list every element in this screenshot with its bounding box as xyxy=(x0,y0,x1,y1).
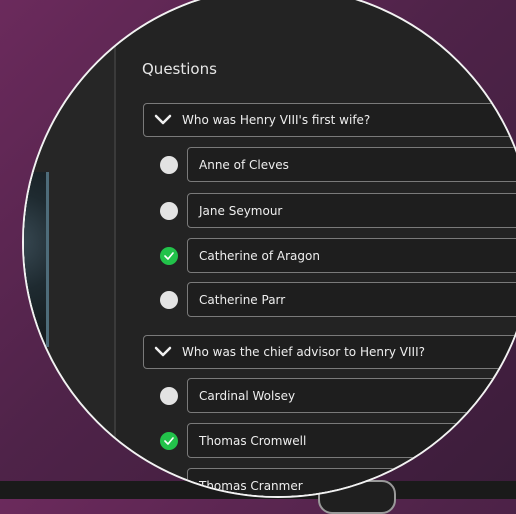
chevron-down-icon[interactable] xyxy=(144,346,182,358)
thumbnail-image xyxy=(24,172,49,347)
chevron-down-icon[interactable] xyxy=(144,114,182,126)
section-title: Questions xyxy=(142,60,217,78)
answer-option-correct[interactable]: Thomas Cromwell xyxy=(187,423,516,458)
answer-label: Jane Seymour xyxy=(199,203,283,218)
answer-option[interactable]: Anne of Cleves xyxy=(187,147,516,182)
question-header-2[interactable]: Who was the chief advisor to Henry VIII? xyxy=(143,335,516,369)
radio-option[interactable] xyxy=(160,387,178,405)
answer-label: Anne of Cleves xyxy=(199,157,289,172)
radio-option[interactable] xyxy=(160,291,178,309)
answer-label: Thomas Cranmer xyxy=(199,478,303,493)
question-text: Who was Henry VIII's first wife? xyxy=(182,113,371,127)
answer-option[interactable]: Catherine Parr xyxy=(187,282,516,317)
answer-label: Catherine of Aragon xyxy=(199,248,320,263)
answer-label: Thomas Cromwell xyxy=(199,433,307,448)
question-header-1[interactable]: Who was Henry VIII's first wife? xyxy=(143,103,516,137)
radio-option[interactable] xyxy=(160,202,178,220)
question-text: Who was the chief advisor to Henry VIII? xyxy=(182,345,425,359)
answer-label: Cardinal Wolsey xyxy=(199,388,296,403)
answer-option-correct[interactable]: Catherine of Aragon xyxy=(187,238,516,273)
left-sidebar xyxy=(24,2,114,496)
answer-option[interactable]: Cardinal Wolsey xyxy=(187,378,516,413)
magnifier-lens: Questions Who was Henry VIII's first wif… xyxy=(22,0,516,498)
check-icon xyxy=(164,252,174,260)
check-icon xyxy=(164,437,174,445)
answer-option[interactable]: Thomas Cranmer xyxy=(187,468,516,496)
radio-option[interactable] xyxy=(160,156,178,174)
correct-radio-option[interactable] xyxy=(160,432,178,450)
answer-label: Catherine Parr xyxy=(199,292,286,307)
correct-radio-option[interactable] xyxy=(160,247,178,265)
answer-option[interactable]: Jane Seymour xyxy=(187,193,516,228)
